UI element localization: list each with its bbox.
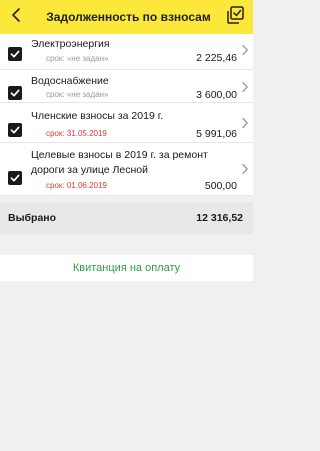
item-name: Целевые взносы в 2019 г. за ремонт дорог…	[31, 149, 208, 176]
item-amount: 5 991,06	[196, 128, 237, 140]
item-amount: 2 225,46	[196, 52, 237, 64]
item-due-date: срок: «не задан»	[46, 90, 109, 99]
chevron-left-icon	[12, 8, 20, 22]
list-item[interactable]: Членские взносы за 2019 г. срок: 31.05.2…	[0, 103, 253, 143]
check-all-icon	[227, 6, 244, 24]
item-name: Членские взносы за 2019 г.	[31, 110, 164, 122]
top-bar: Задолженность по взносам	[0, 0, 253, 34]
list-item[interactable]: Целевые взносы в 2019 г. за ремонт дорог…	[0, 143, 253, 196]
list-item[interactable]: Водоснабжение срок: «не задан» 3 600,00	[0, 70, 253, 103]
selected-total: 12 316,52	[196, 212, 243, 224]
debt-list: Электроэнергия срок: «не задан» 2 225,46…	[0, 34, 253, 196]
item-due-date: срок: 31.05.2019	[46, 129, 107, 138]
checkmark-icon	[10, 126, 20, 134]
item-checkbox[interactable]	[8, 86, 22, 100]
item-amount: 3 600,00	[196, 89, 237, 101]
selected-label: Выбрано	[8, 212, 57, 224]
receipt-button[interactable]: Квитанция на оплату	[0, 255, 253, 281]
checkmark-icon	[10, 174, 20, 182]
list-item[interactable]: Электроэнергия срок: «не задан» 2 225,46	[0, 34, 253, 70]
item-checkbox[interactable]	[8, 171, 22, 185]
chevron-right-icon	[242, 117, 248, 129]
select-all-button[interactable]	[225, 4, 247, 26]
item-checkbox[interactable]	[8, 123, 22, 137]
item-due-date: срок: 01.06.2019	[46, 181, 107, 190]
checkmark-icon	[10, 89, 20, 97]
chevron-right-icon	[242, 44, 248, 56]
chevron-right-icon	[242, 81, 248, 93]
item-amount: 500,00	[204, 180, 237, 192]
item-name: Электроэнергия	[31, 38, 110, 50]
page-title: Задолженность по взносам	[46, 10, 211, 24]
selected-summary: Выбрано 12 316,52	[0, 202, 253, 234]
chevron-right-icon	[242, 163, 248, 175]
item-due-date: срок: «не задан»	[46, 54, 109, 63]
item-name: Водоснабжение	[31, 75, 109, 87]
back-button[interactable]	[5, 3, 27, 27]
item-checkbox[interactable]	[8, 47, 22, 61]
checkmark-icon	[10, 50, 20, 58]
